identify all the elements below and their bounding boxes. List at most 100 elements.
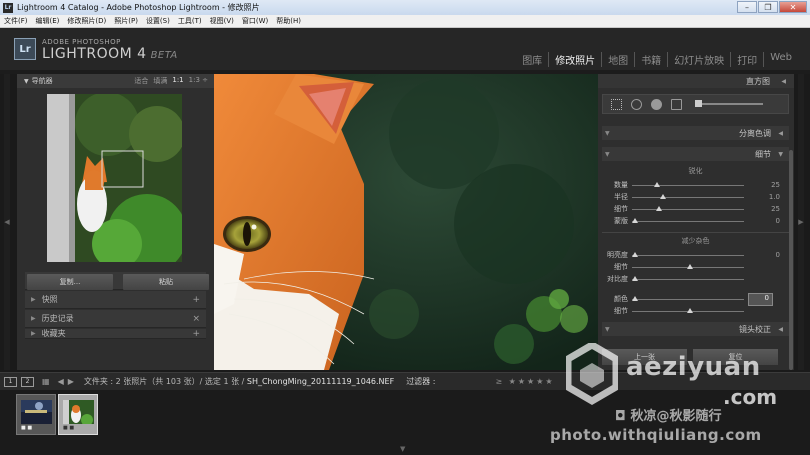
right-panel-scrollbar[interactable] — [789, 150, 793, 370]
window-title: Lightroom 4 Catalog - Adobe Photoshop Li… — [17, 3, 260, 12]
thumbnail-badge: ■ ■ — [63, 425, 75, 431]
detail-label: 细节 — [755, 149, 771, 159]
menu-develop[interactable]: 修改照片(D) — [63, 16, 110, 26]
watermark-author: ◘ 秋凉@秋影随行 — [615, 405, 721, 424]
module-web[interactable]: Web — [763, 52, 798, 67]
sharpening-radius-slider[interactable]: 半径 1.0 — [614, 192, 780, 202]
color-value-field[interactable]: 0 — [748, 293, 773, 306]
histogram-header[interactable]: 直方图 ◀ — [598, 74, 794, 88]
luminance-slider[interactable]: 明亮度 0 — [607, 250, 780, 260]
luminance-contrast-slider[interactable]: 对比度 — [607, 274, 780, 284]
right-panel-toggle[interactable]: ▶ — [798, 74, 804, 370]
menu-window[interactable]: 窗口(W) — [238, 16, 272, 26]
menu-tools[interactable]: 工具(T) — [174, 16, 206, 26]
right-panel: 直方图 ◀ ▼ 分离色调 ◀ ▼ 细节 ▼ 锐化 数量 25 半径 1.0 细节… — [598, 74, 794, 370]
back-arrow-icon[interactable]: ◀ — [58, 377, 64, 386]
slider-value[interactable]: 25 — [771, 205, 780, 213]
slider-knob[interactable] — [632, 276, 638, 281]
slider-knob[interactable] — [686, 264, 693, 269]
zoom-1-3[interactable]: 1:3 ÷ — [189, 76, 208, 86]
module-slideshow[interactable]: 幻灯片放映 — [667, 52, 730, 67]
detail-header[interactable]: ▼ 细节 ▼ — [602, 147, 789, 161]
graduated-filter-icon[interactable] — [671, 98, 682, 110]
navigator-header[interactable]: ▼ 导航器 适合 填满 1:1 1:3 ÷ — [17, 74, 214, 88]
module-develop[interactable]: 修改照片 — [548, 52, 601, 67]
lens-correction-header[interactable]: ▼ 镜头校正 ◀ — [602, 322, 789, 336]
menu-file[interactable]: 文件(F) — [0, 16, 32, 26]
minimize-button[interactable]: – — [737, 1, 757, 13]
zoom-1-1[interactable]: 1:1 — [172, 76, 183, 86]
split-toning-label: 分离色调 — [739, 128, 771, 138]
module-print[interactable]: 打印 — [730, 52, 763, 67]
close-button[interactable]: ✕ — [779, 1, 807, 13]
module-book[interactable]: 书籍 — [634, 52, 667, 67]
zoom-fill[interactable]: 填满 — [153, 76, 167, 86]
snapshots-add-icon[interactable]: + — [192, 295, 200, 305]
forward-arrow-icon[interactable]: ▶ — [68, 377, 74, 386]
slider-value[interactable]: 1.0 — [769, 193, 780, 201]
menu-photo[interactable]: 照片(P) — [110, 16, 142, 26]
menu-view[interactable]: 视图(V) — [206, 16, 238, 26]
panel-switch-icon: ▼ — [605, 325, 610, 333]
snapshots-label: 快照 — [41, 295, 58, 304]
left-panel-buttons: 复制... 粘贴 — [27, 274, 209, 290]
slider-knob[interactable] — [632, 218, 638, 223]
maximize-button[interactable]: ❐ — [758, 1, 778, 13]
split-toning-header[interactable]: ▼ 分离色调 ◀ — [602, 126, 789, 140]
current-filename: SH_ChongMing_20111119_1046.NEF — [246, 377, 395, 386]
menu-help[interactable]: 帮助(H) — [272, 16, 305, 26]
history-clear-icon[interactable]: × — [192, 314, 200, 324]
lightroom-app-icon: Lr — [3, 2, 13, 13]
slider-knob[interactable] — [653, 182, 660, 187]
navigator-preview[interactable] — [47, 94, 182, 262]
slider-label: 细节 — [614, 205, 628, 213]
slider-label: 颜色 — [614, 295, 628, 303]
filmstrip-thumbnail[interactable]: ■ ■ — [16, 394, 56, 435]
watermark-logo-icon — [564, 340, 620, 415]
source-path[interactable]: 文件夹 : 2 张照片（共 103 张）/ 选定 1 张 / SH_ChongM… — [84, 376, 394, 387]
adjustment-brush-slider[interactable] — [695, 100, 763, 107]
slider-knob[interactable] — [632, 252, 638, 257]
slider-value[interactable]: 0 — [776, 251, 780, 259]
slider-knob[interactable] — [660, 194, 667, 199]
slider-value[interactable]: 0 — [776, 217, 780, 225]
expand-triangle-icon: ▶ — [31, 330, 36, 337]
collections-add-icon[interactable]: + — [192, 329, 200, 338]
crop-tool-icon[interactable] — [611, 98, 622, 110]
collections-panel-header[interactable]: ▶ 收藏夹 + — [25, 329, 206, 339]
navigator-title: 导航器 — [31, 77, 53, 85]
module-map[interactable]: 地图 — [601, 52, 634, 67]
slider-knob[interactable] — [632, 296, 638, 301]
main-monitor-button[interactable]: 1 — [4, 376, 17, 387]
spot-removal-icon[interactable] — [631, 98, 642, 110]
watermark-brand: aeziyuan — [626, 352, 761, 382]
slider-track — [632, 220, 744, 222]
left-panel-toggle[interactable]: ◀ — [4, 74, 10, 370]
second-monitor-button[interactable]: 2 — [21, 376, 34, 387]
copy-button[interactable]: 复制... — [27, 274, 113, 290]
zoom-fit[interactable]: 适合 — [134, 76, 148, 86]
slider-value[interactable]: 25 — [771, 181, 780, 189]
module-library[interactable]: 图库 — [516, 52, 548, 67]
menu-edit[interactable]: 编辑(E) — [32, 16, 64, 26]
slider-knob[interactable] — [655, 206, 662, 211]
photo-canvas[interactable] — [214, 74, 598, 370]
sharpening-amount-slider[interactable]: 数量 25 — [614, 180, 780, 190]
grid-view-icon[interactable]: ▦ — [42, 377, 50, 386]
filmstrip-thumbnail-selected[interactable]: ■ ■ — [58, 394, 98, 435]
bottom-panel-toggle-icon[interactable]: ▼ — [400, 445, 405, 453]
snapshots-panel-header[interactable]: ▶ 快照 + — [25, 291, 206, 309]
sharpening-masking-slider[interactable]: 蒙版 0 — [614, 216, 780, 226]
brand-edition: BETA — [150, 50, 178, 61]
history-panel-header[interactable]: ▶ 历史记录 × — [25, 310, 206, 328]
red-eye-icon[interactable] — [651, 98, 662, 110]
color-detail-slider[interactable]: 细节 — [614, 306, 780, 316]
paste-button[interactable]: 粘贴 — [123, 274, 209, 290]
slider-knob[interactable] — [686, 308, 693, 313]
luminance-detail-slider[interactable]: 细节 — [614, 262, 780, 272]
sharpening-detail-slider[interactable]: 细节 25 — [614, 204, 780, 214]
window-titlebar: Lr Lightroom 4 Catalog - Adobe Photoshop… — [0, 0, 810, 15]
slider-label: 对比度 — [607, 275, 628, 283]
menu-settings[interactable]: 设置(S) — [142, 16, 174, 26]
rating-filter[interactable]: ≥ ★★★★★ — [495, 377, 554, 386]
